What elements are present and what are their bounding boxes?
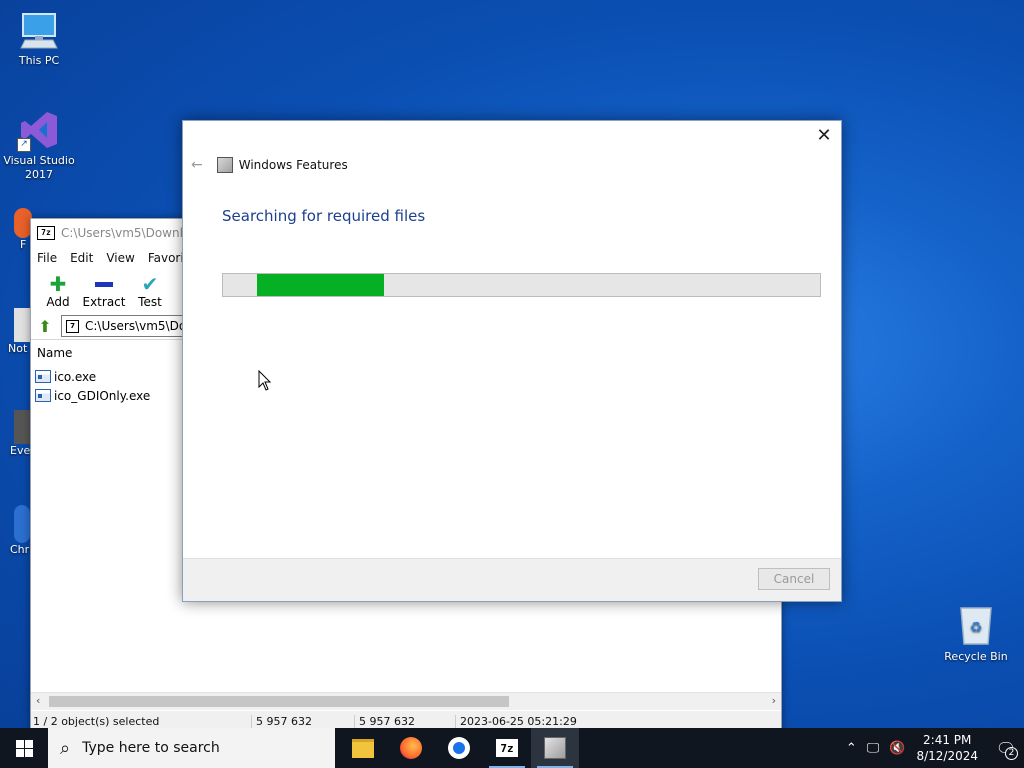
computer-icon [17,8,61,52]
dialog-footer: Cancel [183,558,841,601]
menu-view[interactable]: View [106,251,134,265]
status-size: 5 957 632 [251,714,354,728]
extract-label: Extract [82,295,126,309]
notification-count-badge: 2 [1005,747,1018,760]
add-label: Add [46,295,70,309]
column-label: Name [37,346,73,360]
desktop-icon-label: Recycle Bin [944,650,1008,663]
shortcut-arrow-icon: ↗ [17,138,31,152]
search-icon: ⌕ [60,737,71,759]
desktop-icon-label: Eve [10,444,31,457]
clock[interactable]: 2:41 PM 8/12/2024 [916,732,978,764]
svg-text:♻: ♻ [970,620,983,636]
status-packed: 5 957 632 [354,714,455,728]
chrome-icon [14,505,30,543]
desktop-icon-visual-studio[interactable]: ↗ Visual Studio 2017 [0,108,78,182]
desktop-icon-label: Visual Studio [3,154,75,167]
chrome-icon [448,737,470,759]
windows-logo-icon [15,739,33,757]
taskbar-chrome[interactable] [435,728,483,768]
start-button[interactable] [0,728,48,768]
desktop-icon-label: F [20,238,27,251]
notification-center-button[interactable]: 🗨 2 [988,728,1024,768]
exe-file-icon [35,370,51,383]
7zip-logo-icon: 7z [37,226,55,240]
desktop-icon-partial[interactable]: F [0,208,32,251]
test-label: Test [138,295,162,309]
progress-fill [257,274,385,296]
desktop-icon-partial[interactable]: Chr [0,505,30,556]
visual-studio-icon: ↗ [17,108,61,152]
folder-icon [352,738,374,758]
scroll-left-icon[interactable]: ‹ [36,694,40,707]
desktop-icon-label: 2017 [25,168,53,181]
windows-features-icon [544,737,566,759]
windows-features-dialog: ✕ ← Windows Features Searching for requi… [182,120,842,602]
clock-date: 8/12/2024 [916,749,978,763]
mouse-cursor-icon [258,370,272,391]
progress-bar [222,273,821,297]
notepad-icon [14,308,30,342]
path-text: C:\Users\vm5\Dow [85,319,196,333]
taskbar-windows-features[interactable] [531,728,579,768]
desktop-icon-this-pc[interactable]: This PC [0,8,78,68]
dialog-heading: Searching for required files [222,207,426,225]
desktop-icon-label: Not [8,342,28,355]
taskbar-search-box[interactable]: ⌕ Type here to search [48,728,335,768]
recycle-bin-icon: ♻ [957,602,995,646]
taskbar-file-explorer[interactable] [339,728,387,768]
taskbar: ⌕ Type here to search 7z ⌃ 🖵 🔇 2:41 PM 8… [0,728,1024,768]
close-icon[interactable]: ✕ [815,127,833,145]
desktop-icon-label: This PC [18,54,60,67]
back-arrow-icon: ← [191,157,203,173]
dialog-title: Windows Features [238,158,348,172]
plus-icon: ✚ [49,272,67,296]
clock-time: 2:41 PM [923,733,972,747]
search-placeholder: Type here to search [82,740,220,756]
window-title: C:\Users\vm5\Downloa [61,226,198,240]
taskbar-7zip[interactable]: 7z [483,728,531,768]
archive-icon: 7 [66,319,79,333]
volume-muted-icon[interactable]: 🔇 [889,741,905,756]
scroll-right-icon[interactable]: › [772,694,776,707]
add-button[interactable]: ✚ Add [37,269,79,309]
folder-up-icon[interactable]: ⬆ [35,316,55,336]
desktop-icon-partial[interactable]: Not [0,308,30,355]
desktop-icon-label: Chr [10,543,30,556]
extract-button[interactable]: Extract [81,269,127,309]
horizontal-scrollbar[interactable]: ‹ › [31,692,781,710]
desktop-icon-partial[interactable]: Eve [0,410,30,457]
network-icon[interactable]: 🖵 [867,741,880,756]
firefox-icon [400,737,422,759]
checkmark-icon: ✔ [141,272,159,296]
file-name: ico_GDIOnly.exe [54,388,151,403]
minus-icon [81,273,127,295]
file-name: ico.exe [54,369,97,384]
exe-file-icon [35,389,51,402]
7zip-icon: 7z [496,739,518,757]
status-selection: 1 / 2 object(s) selected [33,714,160,728]
scrollbar-thumb[interactable] [49,696,509,707]
status-modified: 2023-06-25 05:21:29 [455,714,577,728]
cancel-button[interactable]: Cancel [758,568,830,590]
event-viewer-icon [14,410,30,444]
taskbar-firefox[interactable] [387,728,435,768]
system-tray: ⌃ 🖵 🔇 2:41 PM 8/12/2024 🗨 2 [841,728,1024,768]
menu-file[interactable]: File [37,251,57,265]
desktop-icon-recycle-bin[interactable]: ♻ Recycle Bin [940,602,1012,663]
dialog-header: ← Windows Features [191,157,348,173]
menu-edit[interactable]: Edit [70,251,93,265]
windows-features-icon [216,157,233,173]
chevron-up-icon[interactable]: ⌃ [846,741,857,756]
test-button[interactable]: ✔ Test [129,269,171,309]
